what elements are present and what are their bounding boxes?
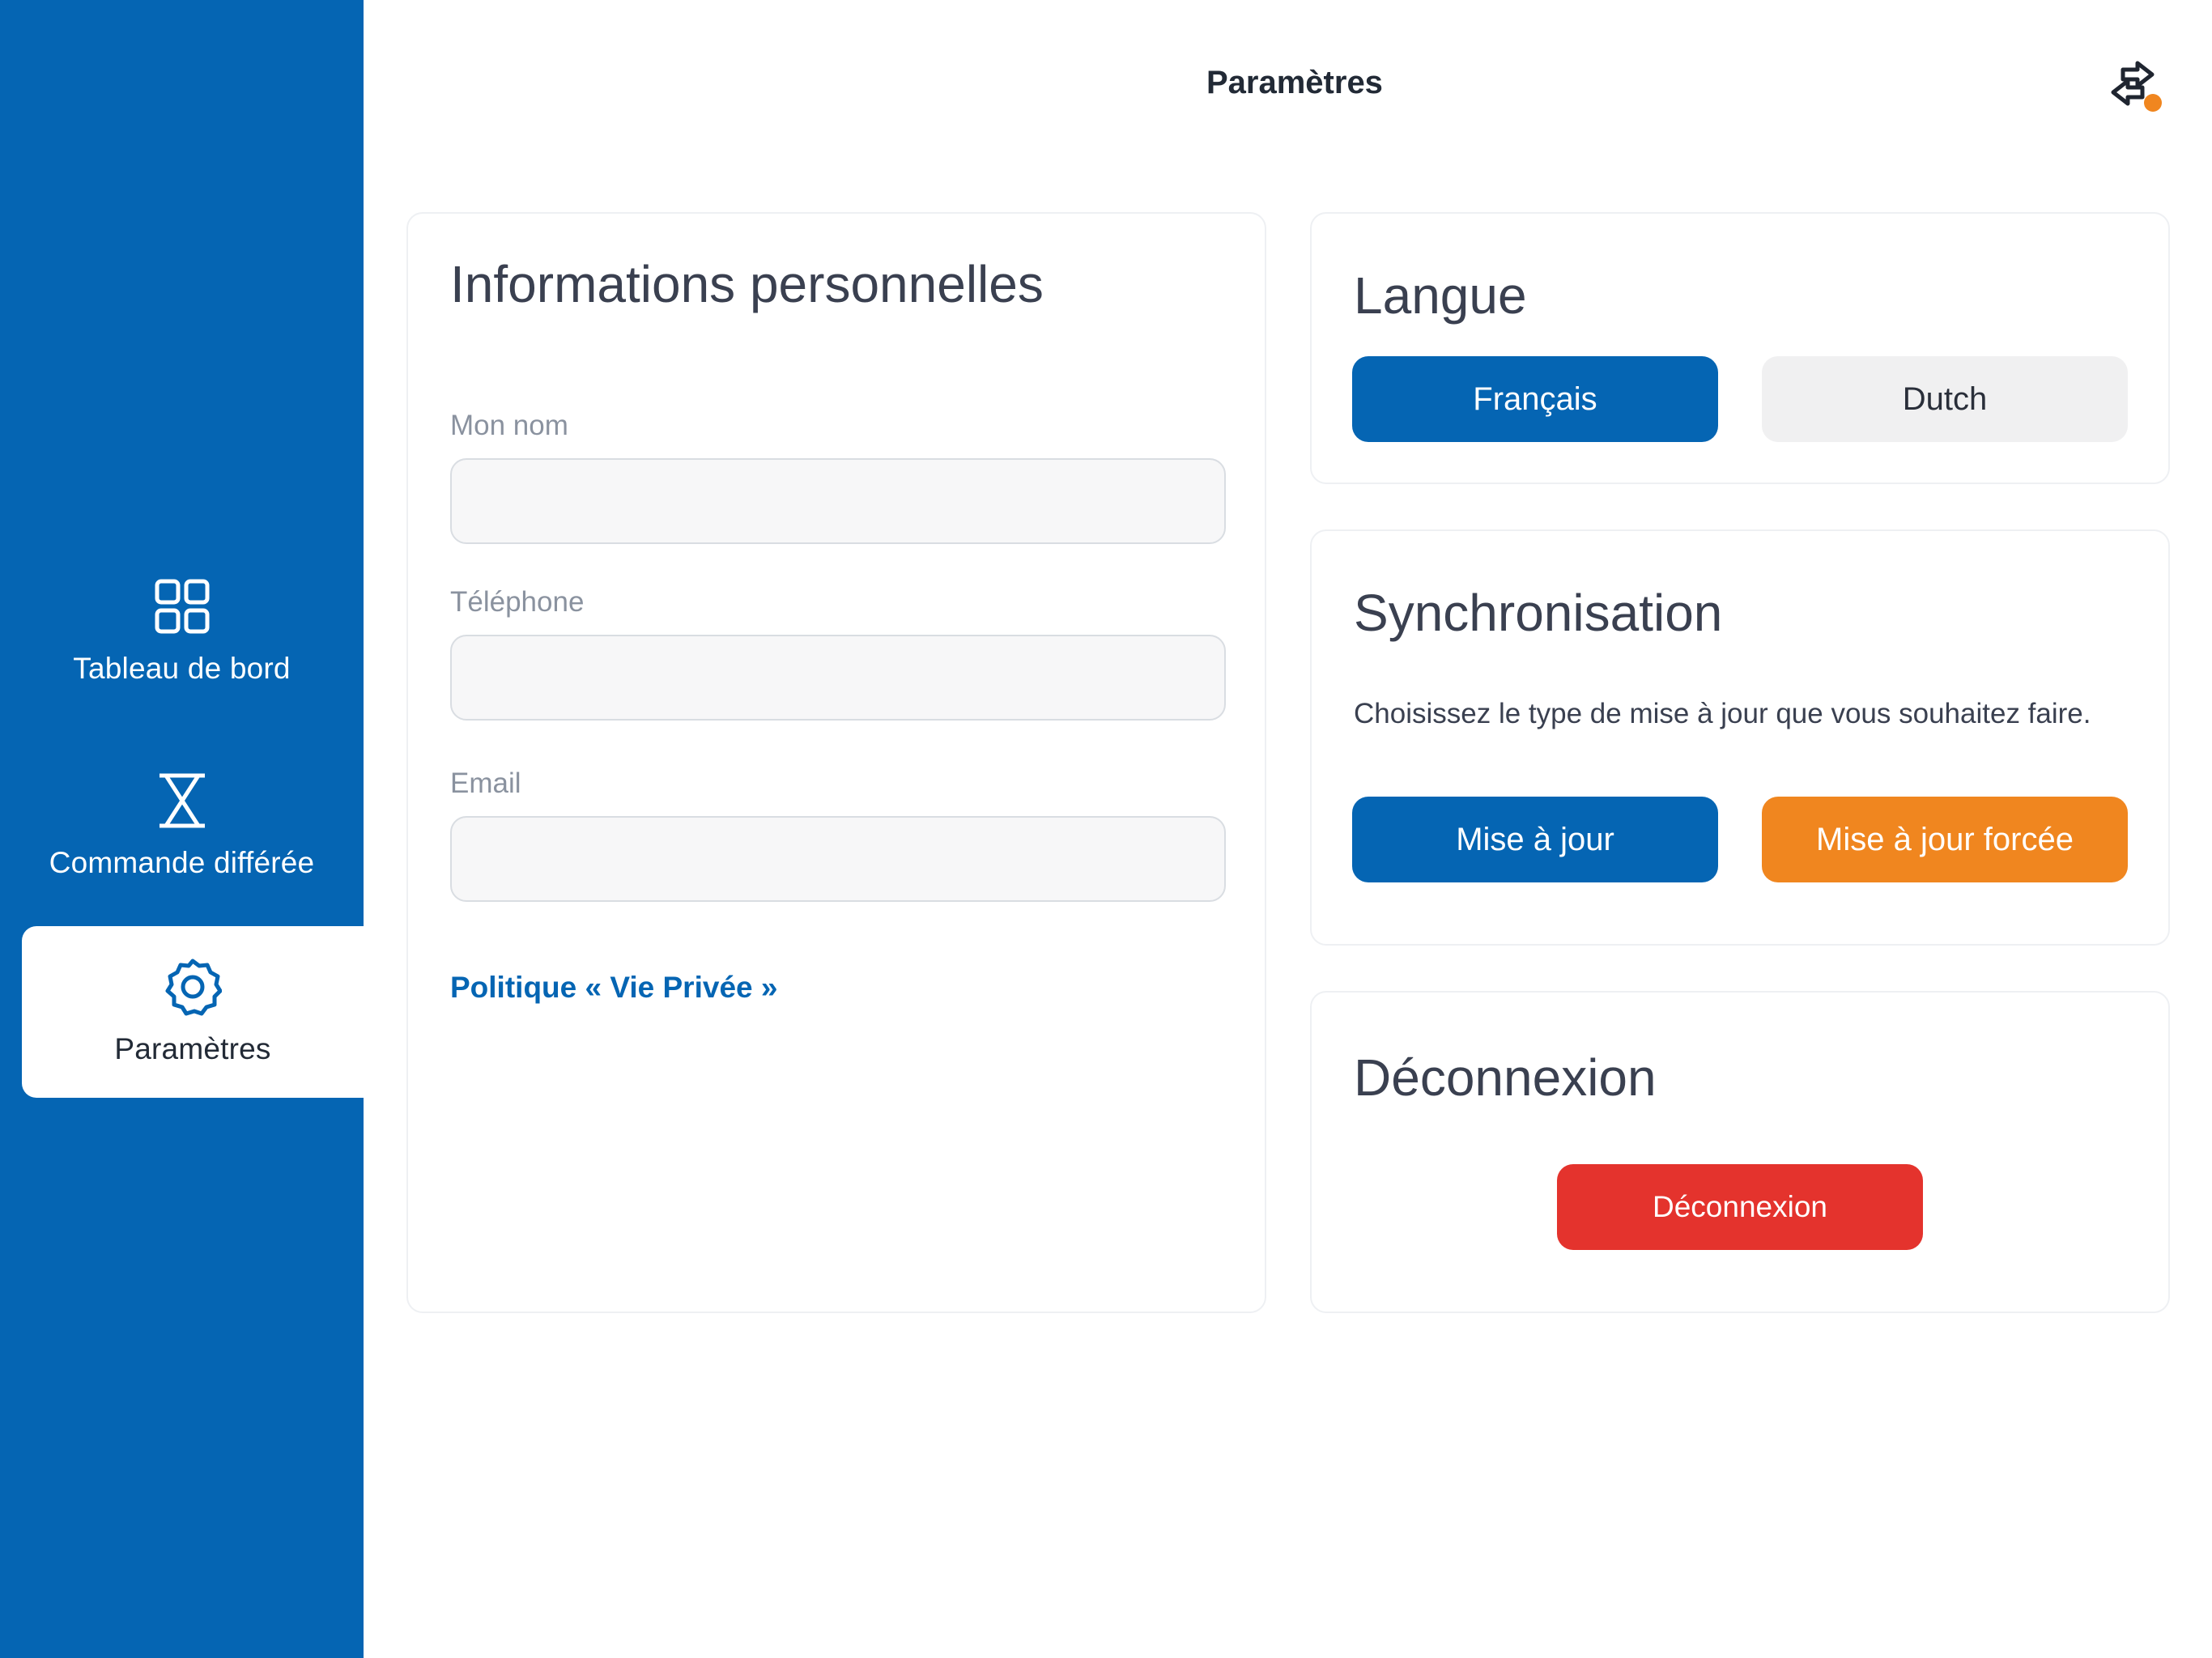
logout-button[interactable]: Déconnexion	[1557, 1164, 1923, 1250]
app-root: Tableau de bord Commande différée Paramè…	[0, 0, 2212, 1658]
personal-info-title: Informations personnelles	[450, 255, 1044, 313]
email-label: Email	[450, 767, 521, 799]
language-title: Langue	[1354, 266, 1527, 325]
sync-card: Synchronisation Choisissez le type de mi…	[1310, 529, 2170, 946]
sidebar-item-label: Tableau de bord	[73, 652, 291, 685]
settings-gear-icon	[165, 959, 222, 1016]
force-update-button[interactable]: Mise à jour forcée	[1762, 797, 2128, 882]
sync-status-button[interactable]	[2104, 57, 2168, 115]
update-button[interactable]: Mise à jour	[1352, 797, 1718, 882]
privacy-policy-link[interactable]: Politique « Vie Privée »	[450, 971, 777, 1005]
sidebar-item-dashboard[interactable]: Tableau de bord	[0, 546, 364, 717]
logout-card: Déconnexion Déconnexion	[1310, 991, 2170, 1313]
name-label: Mon nom	[450, 410, 568, 441]
phone-label: Téléphone	[450, 586, 585, 618]
sidebar-item-label: Commande différée	[49, 846, 315, 879]
sidebar: Tableau de bord Commande différée Paramè…	[0, 0, 364, 1658]
hourglass-icon	[159, 773, 205, 828]
email-field[interactable]	[450, 816, 1226, 902]
sidebar-item-settings[interactable]: Paramètres	[22, 926, 364, 1098]
language-french-button[interactable]: Français	[1352, 356, 1718, 442]
dashboard-grid-icon	[155, 579, 209, 634]
sync-notification-dot	[2144, 94, 2162, 112]
personal-info-card: Informations personnelles Mon nom Téléph…	[406, 212, 1266, 1313]
language-card: Langue Français Dutch	[1310, 212, 2170, 484]
sidebar-item-label: Paramètres	[114, 1032, 271, 1065]
sync-description: Choisissez le type de mise à jour que vo…	[1354, 698, 2091, 729]
phone-field[interactable]	[450, 635, 1226, 721]
sync-title: Synchronisation	[1354, 584, 1723, 642]
name-field[interactable]	[450, 458, 1226, 544]
logout-title: Déconnexion	[1354, 1048, 1657, 1107]
sidebar-item-deferred-order[interactable]: Commande différée	[0, 740, 364, 912]
language-dutch-button[interactable]: Dutch	[1762, 356, 2128, 442]
page-title: Paramètres	[1206, 65, 1383, 100]
